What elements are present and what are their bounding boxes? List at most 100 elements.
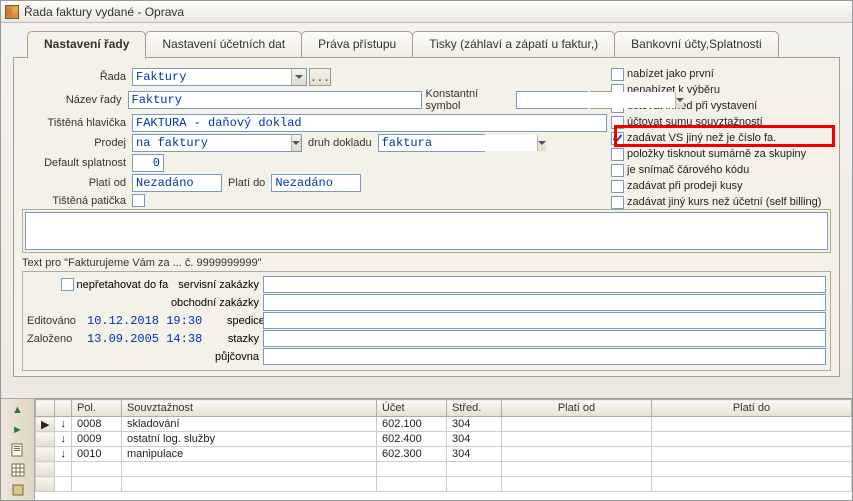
col-pol[interactable]: Pol. (71, 400, 121, 417)
chk-uctovat-sumu[interactable] (611, 116, 624, 129)
input-tistena[interactable] (132, 114, 607, 132)
cell-pol: 0008 (71, 417, 121, 432)
grid-toolbar: ▲ ► (1, 398, 35, 500)
chevron-down-icon[interactable] (291, 135, 300, 151)
label-prodej: Prodej (22, 137, 132, 149)
table-row[interactable]: ↓0010manipulace602.300304 (36, 447, 852, 462)
table-icon[interactable] (10, 463, 26, 477)
chk-zadavat-kusy[interactable] (611, 180, 624, 193)
tab-prava-pristupu[interactable]: Práva přístupu (301, 31, 413, 57)
input-prodej[interactable] (133, 135, 291, 151)
combo-rada[interactable] (132, 68, 307, 86)
tab-nastaveni-ucetnich-dat[interactable]: Nastavení účetních dat (145, 31, 302, 57)
tab-nastaveni-rady[interactable]: Nastavení řady (27, 31, 146, 59)
table-row[interactable]: ↓0009ostatní log. služby602.400304 (36, 432, 852, 447)
chk-jiny-kurs[interactable] (611, 196, 624, 209)
cell-od (501, 447, 651, 462)
table-row[interactable]: ▶↓0008skladování602.100304 (36, 417, 852, 432)
cell-souv: ostatní log. služby (121, 432, 376, 447)
label-plati-do: Platí do (228, 177, 265, 189)
label-nepretahovat: nepřetahovat do fa (77, 279, 169, 291)
cell-stred: 304 (446, 447, 501, 462)
cell-souv: manipulace (121, 447, 376, 462)
tabpanel: nabízet jako první nenabízet k výběru úč… (13, 57, 840, 377)
label-spedice: spedice (227, 315, 263, 327)
col-souv[interactable]: Souvztažnost (121, 400, 376, 417)
data-grid[interactable]: Pol. Souvztažnost Účet Střed. Platí od P… (35, 398, 852, 500)
value-editovano: 10.12.2018 19:30 (87, 314, 227, 328)
grid-area: ▲ ► Pol. Souvztažnost Účet (1, 398, 852, 500)
input-servisni[interactable] (263, 276, 826, 293)
chk-nepretahovat[interactable] (61, 278, 74, 291)
cell-stred: 304 (446, 432, 501, 447)
right-checks-group: nabízet jako první nenabízet k výběru úč… (611, 66, 829, 210)
cell-pol: 0009 (71, 432, 121, 447)
input-default-splatnost[interactable] (132, 154, 164, 172)
combo-prodej[interactable] (132, 134, 280, 152)
label-tistena-paticka: Tištěná patička (22, 194, 132, 207)
tab-bankovni-ucty[interactable]: Bankovní účty,Splatnosti (614, 31, 779, 57)
arrow-down-icon: ↓ (55, 417, 72, 432)
textarea-paticka[interactable] (25, 212, 828, 250)
cell-do (651, 447, 851, 462)
value-zalozeno: 13.09.2005 14:38 (87, 332, 227, 346)
chk-nabizet-prvni[interactable] (611, 68, 624, 81)
label-plati-od: Platí od (22, 177, 132, 189)
label-zalozeno: Založeno (27, 333, 87, 345)
col-plati-od[interactable]: Platí od (501, 400, 651, 417)
cell-ucet: 602.400 (376, 432, 446, 447)
label-servisni: servisní zakázky (178, 279, 259, 291)
arrow-right-icon[interactable]: ► (10, 423, 26, 437)
col-stred[interactable]: Střed. (446, 400, 501, 417)
input-spedice[interactable] (263, 312, 826, 329)
label-nazev: Název řady (22, 94, 128, 106)
input-stazky[interactable] (263, 330, 826, 347)
col-marker[interactable] (36, 400, 55, 417)
ellipsis-button[interactable]: ... (309, 68, 331, 86)
row-marker: ▶ (36, 417, 55, 432)
col-plati-do[interactable]: Platí do (651, 400, 851, 417)
tool-icon[interactable] (10, 483, 26, 497)
col-dir[interactable] (55, 400, 72, 417)
row-marker (36, 432, 55, 447)
label-default-splatnost: Default splatnost (22, 157, 132, 169)
chk-snimac[interactable] (611, 164, 624, 177)
tabstrip: Nastavení řady Nastavení účetních dat Pr… (1, 23, 852, 57)
arrow-up-icon[interactable]: ▲ (10, 403, 26, 417)
document-icon[interactable] (10, 443, 26, 457)
chevron-down-icon[interactable] (537, 135, 546, 151)
label-rada: Řada (22, 71, 132, 83)
cell-ucet: 602.300 (376, 447, 446, 462)
cell-od (501, 432, 651, 447)
col-ucet[interactable]: Účet (376, 400, 446, 417)
cell-stred: 304 (446, 417, 501, 432)
chevron-down-icon[interactable] (291, 69, 306, 85)
chk-polozky-sumarne[interactable] (611, 148, 624, 161)
chevron-down-icon[interactable] (675, 92, 684, 108)
chk-tistena-paticka[interactable] (132, 194, 145, 207)
combo-konst-symbol[interactable] (516, 91, 588, 109)
input-obchodni[interactable] (263, 294, 826, 311)
app-icon (5, 5, 19, 19)
arrow-down-icon: ↓ (55, 447, 72, 462)
input-plati-do[interactable] (271, 174, 361, 192)
label-obchodni: obchodní zakázky (27, 297, 263, 309)
cell-do (651, 417, 851, 432)
chk-zadavat-vs[interactable] (611, 132, 624, 145)
label-konst-symbol: Konstantní symbol (426, 88, 513, 112)
input-plati-od[interactable] (132, 174, 222, 192)
input-nazev[interactable] (128, 91, 422, 109)
label-editovano: Editováno (27, 315, 87, 327)
input-pujcovna[interactable] (263, 348, 826, 365)
label-druh-dokladu: druh dokladu (308, 137, 372, 149)
cell-pol: 0010 (71, 447, 121, 462)
input-druh-dokladu[interactable] (379, 135, 537, 151)
tab-tisky[interactable]: Tisky (záhlaví a zápatí u faktur,) (412, 31, 615, 57)
label-stazky: stazky (227, 333, 263, 345)
arrow-down-icon: ↓ (55, 432, 72, 447)
input-konst-symbol[interactable] (517, 92, 675, 108)
label-fakturujeme: Text pro "Fakturujeme Vám za ... č. 9999… (22, 257, 831, 269)
row-marker (36, 447, 55, 462)
input-rada[interactable] (133, 69, 291, 85)
combo-druh-dokladu[interactable] (378, 134, 463, 152)
